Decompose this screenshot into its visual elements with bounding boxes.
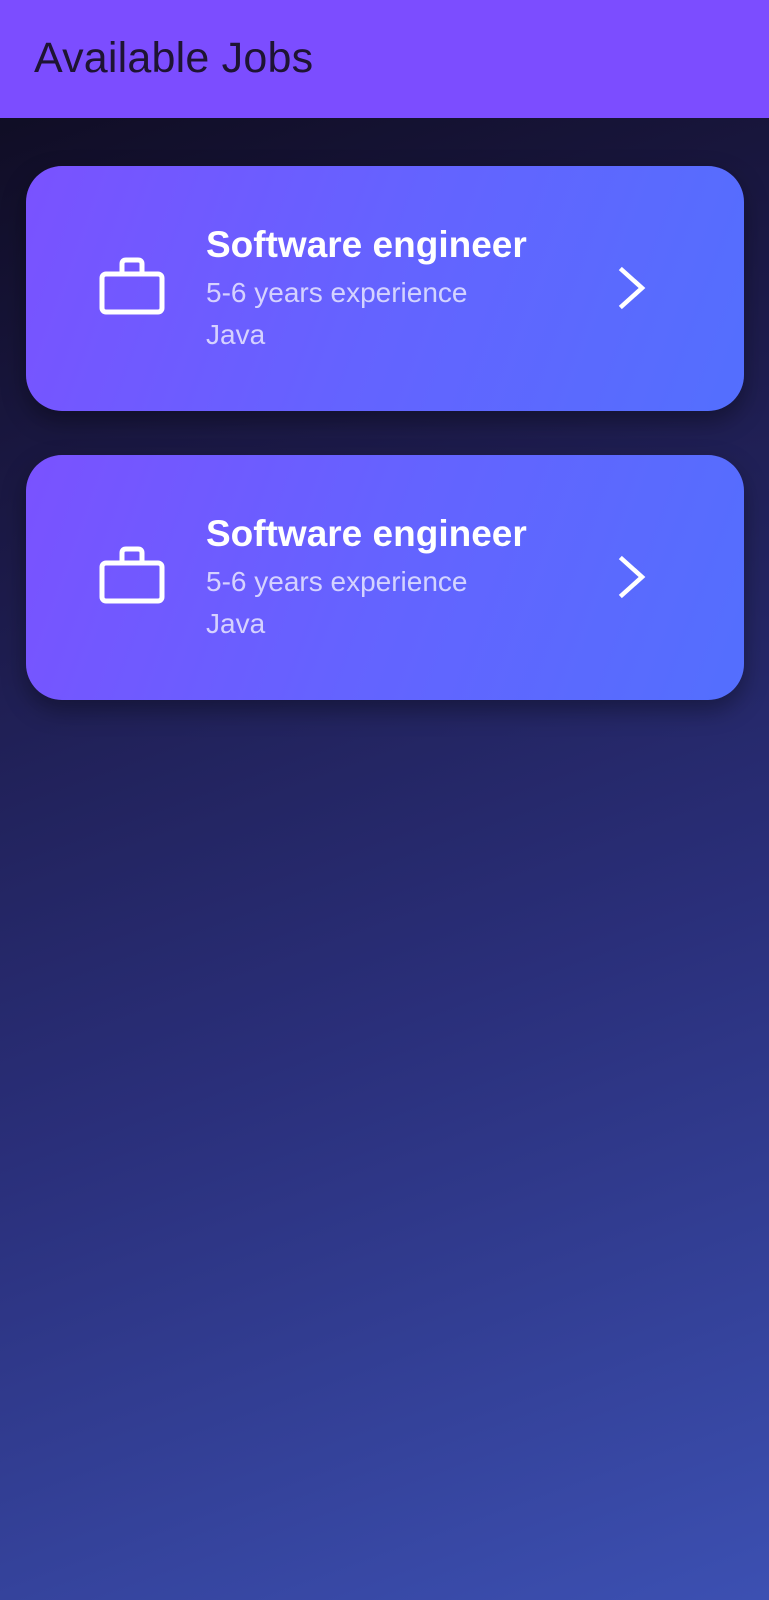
page-title: Available Jobs	[34, 33, 314, 82]
job-experience: 5-6 years experience	[206, 277, 468, 308]
job-details: Software engineer 5-6 years experience J…	[206, 222, 586, 356]
job-title: Software engineer	[206, 224, 527, 265]
job-list: Software engineer 5-6 years experience J…	[26, 166, 744, 744]
job-details: Software engineer 5-6 years experience J…	[206, 511, 586, 645]
job-card[interactable]: Software engineer 5-6 years experience J…	[26, 166, 744, 411]
job-skill: Java	[206, 608, 266, 639]
job-experience: 5-6 years experience	[206, 566, 468, 597]
job-card[interactable]: Software engineer 5-6 years experience J…	[26, 455, 744, 700]
job-skill: Java	[206, 319, 266, 350]
chevron-right-icon[interactable]	[616, 266, 648, 310]
briefcase-icon	[99, 257, 165, 315]
briefcase-icon	[99, 546, 165, 604]
job-title: Software engineer	[206, 513, 527, 554]
app-bar: Available Jobs	[0, 0, 769, 118]
chevron-right-icon[interactable]	[616, 555, 648, 599]
